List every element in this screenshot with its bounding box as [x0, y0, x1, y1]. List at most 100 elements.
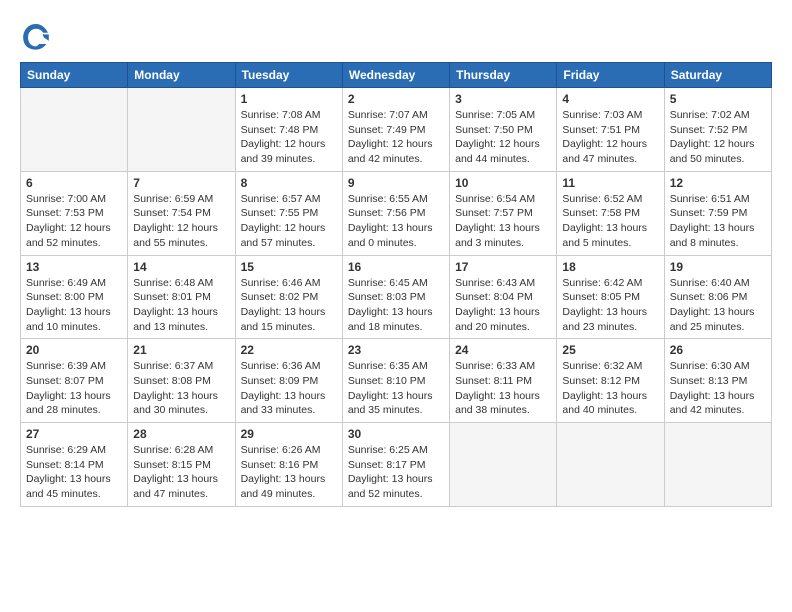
calendar-cell: 8 Sunrise: 6:57 AM Sunset: 7:55 PM Daylig…: [235, 171, 342, 255]
day-number: 9: [348, 176, 444, 190]
day-info: Sunrise: 6:55 AM Sunset: 7:56 PM Dayligh…: [348, 192, 444, 251]
day-info: Sunrise: 6:59 AM Sunset: 7:54 PM Dayligh…: [133, 192, 229, 251]
day-info: Sunrise: 6:28 AM Sunset: 8:15 PM Dayligh…: [133, 443, 229, 502]
day-number: 16: [348, 260, 444, 274]
day-number: 10: [455, 176, 551, 190]
calendar-cell: [557, 423, 664, 507]
day-info: Sunrise: 6:45 AM Sunset: 8:03 PM Dayligh…: [348, 276, 444, 335]
day-info: Sunrise: 7:03 AM Sunset: 7:51 PM Dayligh…: [562, 108, 658, 167]
day-info: Sunrise: 6:57 AM Sunset: 7:55 PM Dayligh…: [241, 192, 337, 251]
calendar-cell: 26 Sunrise: 6:30 AM Sunset: 8:13 PM Dayli…: [664, 339, 771, 423]
page-header: [20, 20, 772, 52]
logo-icon: [20, 20, 52, 52]
day-number: 11: [562, 176, 658, 190]
week-row-1: 1Sunrise: 7:08 AM Sunset: 7:48 PM Daylig…: [21, 88, 772, 172]
weekday-header-friday: Friday: [557, 63, 664, 88]
day-info: Sunrise: 6:51 AM Sunset: 7:59 PM Dayligh…: [670, 192, 766, 251]
calendar-cell: 16 Sunrise: 6:45 AM Sunset: 8:03 PM Dayli…: [342, 255, 449, 339]
calendar-cell: 23Sunrise: 6:35 AM Sunset: 8:10 PM Dayli…: [342, 339, 449, 423]
weekday-header-sunday: Sunday: [21, 63, 128, 88]
calendar-cell: 17 Sunrise: 6:43 AM Sunset: 8:04 PM Dayli…: [450, 255, 557, 339]
day-number: 8: [241, 176, 337, 190]
day-number: 14: [133, 260, 229, 274]
day-info: Sunrise: 6:30 AM Sunset: 8:13 PM Dayligh…: [670, 359, 766, 418]
calendar-cell: 14 Sunrise: 6:48 AM Sunset: 8:01 PM Dayli…: [128, 255, 235, 339]
day-number: 25: [562, 343, 658, 357]
day-info: Sunrise: 6:25 AM Sunset: 8:17 PM Dayligh…: [348, 443, 444, 502]
week-row-3: 13Sunrise: 6:49 AM Sunset: 8:00 PM Dayli…: [21, 255, 772, 339]
calendar-cell: 7 Sunrise: 6:59 AM Sunset: 7:54 PM Daylig…: [128, 171, 235, 255]
day-number: 18: [562, 260, 658, 274]
calendar-cell: 28 Sunrise: 6:28 AM Sunset: 8:15 PM Dayli…: [128, 423, 235, 507]
calendar-cell: [450, 423, 557, 507]
day-info: Sunrise: 6:29 AM Sunset: 8:14 PM Dayligh…: [26, 443, 122, 502]
calendar-cell: 24 Sunrise: 6:33 AM Sunset: 8:11 PM Dayli…: [450, 339, 557, 423]
day-number: 4: [562, 92, 658, 106]
calendar-cell: 6 Sunrise: 7:00 AM Sunset: 7:53 PM Daylig…: [21, 171, 128, 255]
calendar-cell: 22 Sunrise: 6:36 AM Sunset: 8:09 PM Dayli…: [235, 339, 342, 423]
day-info: Sunrise: 7:02 AM Sunset: 7:52 PM Dayligh…: [670, 108, 766, 167]
calendar-cell: 12 Sunrise: 6:51 AM Sunset: 7:59 PM Dayli…: [664, 171, 771, 255]
calendar-cell: 18 Sunrise: 6:42 AM Sunset: 8:05 PM Dayli…: [557, 255, 664, 339]
day-info: Sunrise: 6:36 AM Sunset: 8:09 PM Dayligh…: [241, 359, 337, 418]
day-info: Sunrise: 6:48 AM Sunset: 8:01 PM Dayligh…: [133, 276, 229, 335]
calendar-cell: 10 Sunrise: 6:54 AM Sunset: 7:57 PM Dayli…: [450, 171, 557, 255]
day-info: Sunrise: 6:26 AM Sunset: 8:16 PM Dayligh…: [241, 443, 337, 502]
weekday-header-saturday: Saturday: [664, 63, 771, 88]
day-number: 6: [26, 176, 122, 190]
day-info: Sunrise: 6:39 AM Sunset: 8:07 PM Dayligh…: [26, 359, 122, 418]
day-number: 19: [670, 260, 766, 274]
weekday-header-thursday: Thursday: [450, 63, 557, 88]
day-number: 20: [26, 343, 122, 357]
day-number: 2: [348, 92, 444, 106]
calendar-cell: [664, 423, 771, 507]
calendar-cell: 27 Sunrise: 6:29 AM Sunset: 8:14 PM Dayli…: [21, 423, 128, 507]
day-number: 28: [133, 427, 229, 441]
day-info: Sunrise: 6:40 AM Sunset: 8:06 PM Dayligh…: [670, 276, 766, 335]
calendar-cell: 9 Sunrise: 6:55 AM Sunset: 7:56 PM Daylig…: [342, 171, 449, 255]
day-info: Sunrise: 7:07 AM Sunset: 7:49 PM Dayligh…: [348, 108, 444, 167]
calendar-cell: [21, 88, 128, 172]
calendar-cell: 3Sunrise: 7:05 AM Sunset: 7:50 PM Daylig…: [450, 88, 557, 172]
day-number: 3: [455, 92, 551, 106]
calendar-cell: 4 Sunrise: 7:03 AM Sunset: 7:51 PM Daylig…: [557, 88, 664, 172]
calendar-cell: 19 Sunrise: 6:40 AM Sunset: 8:06 PM Dayli…: [664, 255, 771, 339]
calendar-cell: 30 Sunrise: 6:25 AM Sunset: 8:17 PM Dayli…: [342, 423, 449, 507]
day-number: 29: [241, 427, 337, 441]
calendar-cell: 25 Sunrise: 6:32 AM Sunset: 8:12 PM Dayli…: [557, 339, 664, 423]
day-number: 30: [348, 427, 444, 441]
day-number: 17: [455, 260, 551, 274]
day-info: Sunrise: 6:54 AM Sunset: 7:57 PM Dayligh…: [455, 192, 551, 251]
weekday-header-wednesday: Wednesday: [342, 63, 449, 88]
day-info: Sunrise: 7:00 AM Sunset: 7:53 PM Dayligh…: [26, 192, 122, 251]
calendar-cell: 5 Sunrise: 7:02 AM Sunset: 7:52 PM Daylig…: [664, 88, 771, 172]
calendar-cell: 15 Sunrise: 6:46 AM Sunset: 8:02 PM Dayli…: [235, 255, 342, 339]
day-number: 7: [133, 176, 229, 190]
calendar-cell: 2 Sunrise: 7:07 AM Sunset: 7:49 PM Daylig…: [342, 88, 449, 172]
day-number: 22: [241, 343, 337, 357]
day-number: 5: [670, 92, 766, 106]
weekday-header-row: SundayMondayTuesdayWednesdayThursdayFrid…: [21, 63, 772, 88]
day-info: Sunrise: 6:43 AM Sunset: 8:04 PM Dayligh…: [455, 276, 551, 335]
day-info: Sunrise: 6:49 AM Sunset: 8:00 PM Dayligh…: [26, 276, 122, 335]
day-info: Sunrise: 6:52 AM Sunset: 7:58 PM Dayligh…: [562, 192, 658, 251]
calendar-cell: 11 Sunrise: 6:52 AM Sunset: 7:58 PM Dayli…: [557, 171, 664, 255]
day-info: Sunrise: 6:32 AM Sunset: 8:12 PM Dayligh…: [562, 359, 658, 418]
day-info: Sunrise: 6:46 AM Sunset: 8:02 PM Dayligh…: [241, 276, 337, 335]
calendar-cell: 21Sunrise: 6:37 AM Sunset: 8:08 PM Dayli…: [128, 339, 235, 423]
day-number: 27: [26, 427, 122, 441]
day-info: Sunrise: 6:33 AM Sunset: 8:11 PM Dayligh…: [455, 359, 551, 418]
week-row-5: 27 Sunrise: 6:29 AM Sunset: 8:14 PM Dayli…: [21, 423, 772, 507]
day-number: 15: [241, 260, 337, 274]
day-info: Sunrise: 6:42 AM Sunset: 8:05 PM Dayligh…: [562, 276, 658, 335]
day-number: 24: [455, 343, 551, 357]
logo: [20, 20, 56, 52]
calendar-cell: 29 Sunrise: 6:26 AM Sunset: 8:16 PM Dayli…: [235, 423, 342, 507]
calendar-cell: [128, 88, 235, 172]
week-row-4: 20 Sunrise: 6:39 AM Sunset: 8:07 PM Dayli…: [21, 339, 772, 423]
weekday-header-monday: Monday: [128, 63, 235, 88]
day-number: 26: [670, 343, 766, 357]
week-row-2: 6 Sunrise: 7:00 AM Sunset: 7:53 PM Daylig…: [21, 171, 772, 255]
calendar-cell: 20 Sunrise: 6:39 AM Sunset: 8:07 PM Dayli…: [21, 339, 128, 423]
day-number: 12: [670, 176, 766, 190]
